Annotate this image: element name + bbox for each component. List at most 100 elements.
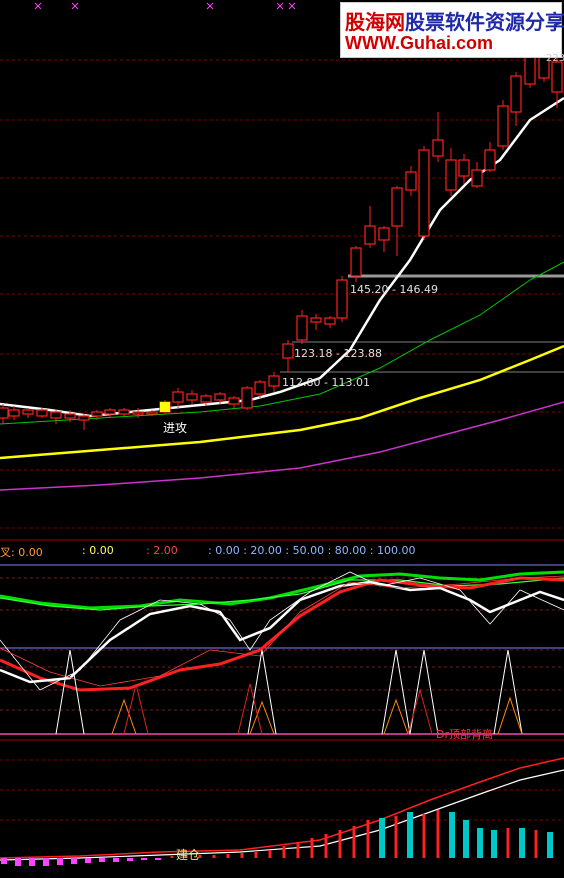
macd-bar xyxy=(477,828,483,858)
macd-bar xyxy=(240,853,244,858)
macd-bar xyxy=(212,855,216,858)
candle-up xyxy=(200,395,212,403)
candle-up xyxy=(268,375,280,387)
watermark-url: WWW.Guhai.com xyxy=(345,33,493,53)
candle-up xyxy=(484,149,496,171)
candle-up xyxy=(50,411,62,419)
candle-up xyxy=(432,139,444,157)
chart-stage[interactable]: 股海网股票软件资源分享 WWW.Guhai.com 223 145.20 - 1… xyxy=(0,0,564,874)
macd-bar xyxy=(254,852,258,858)
zone-label-3: 112.80 - 113.01 xyxy=(282,376,370,389)
spike-orange xyxy=(249,700,275,735)
macd-bar xyxy=(296,842,300,858)
macd-bar xyxy=(491,830,497,858)
macd-bar xyxy=(57,858,63,865)
candle-up xyxy=(118,409,130,415)
spike-white xyxy=(55,649,85,735)
candle-up xyxy=(91,411,103,417)
divergence-label: Dr顶部背离 xyxy=(436,728,493,741)
zone-label-2: 123.18 - 123.88 xyxy=(294,347,382,360)
candle-up xyxy=(405,171,417,191)
macd-bar xyxy=(170,856,174,858)
candle-up xyxy=(350,247,362,277)
candle-up xyxy=(282,343,294,359)
candle-up xyxy=(22,409,34,415)
candle-up xyxy=(8,409,20,417)
macd-bar xyxy=(338,830,342,858)
indicator-levels: : 0.00 : 20.00 : 50.00 : 80.00 : 100.00 xyxy=(208,544,416,557)
candle-up xyxy=(310,317,322,323)
stock-chart[interactable] xyxy=(0,0,564,874)
spike-orange xyxy=(383,698,409,735)
macd-bar xyxy=(463,820,469,858)
candle-up xyxy=(551,61,563,93)
macd-bar xyxy=(506,828,510,858)
macd-bar xyxy=(282,846,286,858)
candle-up xyxy=(378,227,390,241)
candle-up xyxy=(336,279,348,319)
macd-bar xyxy=(43,858,49,866)
candle-up xyxy=(172,391,184,403)
indicator-value-1: 叉: 0.00 xyxy=(0,546,43,559)
top-price-label: 223 xyxy=(546,53,564,64)
watermark-brand: 股海网 xyxy=(345,10,405,34)
indicator-value-2: : 0.00 xyxy=(82,544,114,557)
candle-up xyxy=(391,187,403,227)
osc-green-line xyxy=(0,570,564,610)
macd-bar xyxy=(352,826,356,858)
candle-up xyxy=(78,415,90,421)
candle-up xyxy=(254,381,266,395)
candle-up xyxy=(510,75,522,113)
macd-bar xyxy=(141,858,147,860)
candle-up xyxy=(497,105,509,147)
macd-bar xyxy=(547,832,553,858)
macd-bar xyxy=(407,812,413,858)
macd-bar xyxy=(534,830,538,858)
macd-bar xyxy=(422,814,426,858)
macd-bar xyxy=(226,854,230,858)
macd-bar xyxy=(29,858,35,866)
candle-up xyxy=(104,409,116,415)
candle-up xyxy=(186,393,198,401)
candle-up xyxy=(296,315,308,341)
macd-bar xyxy=(113,858,119,862)
macd-bar xyxy=(379,818,385,858)
ma-green-line xyxy=(0,261,564,425)
macd-bar xyxy=(15,858,21,866)
candle-up xyxy=(214,393,226,401)
macd-bar xyxy=(127,858,133,861)
candle-up xyxy=(36,409,48,417)
indicator-value-3: : 2.00 xyxy=(146,544,178,557)
macd-bar xyxy=(310,838,314,858)
macd-bar xyxy=(324,834,328,858)
watermark-logo: 股海网股票软件资源分享 WWW.Guhai.com xyxy=(340,2,564,58)
macd-bar xyxy=(85,858,91,863)
spike-white xyxy=(381,649,411,735)
macd-bar xyxy=(99,858,105,862)
macd-bar xyxy=(519,828,525,858)
macd-bar xyxy=(268,850,272,858)
signal-attack-label: 进攻 xyxy=(163,421,188,435)
bottom-build-label: 建仓 xyxy=(176,848,201,862)
candle-up xyxy=(64,413,76,419)
ma-white-line xyxy=(0,96,564,418)
macd-bar xyxy=(449,812,455,858)
candle-up xyxy=(146,411,158,415)
candle-up xyxy=(458,159,470,177)
candle-up xyxy=(471,169,483,187)
candle-up xyxy=(364,225,376,245)
candle-up xyxy=(0,407,9,419)
candle-up xyxy=(132,411,144,415)
spike-orange xyxy=(111,698,137,735)
macd-bar xyxy=(1,858,7,864)
spike-red xyxy=(237,683,263,735)
watermark-tagline: 股票软件资源分享 xyxy=(405,10,564,34)
signal-marker xyxy=(160,402,170,412)
candle-up xyxy=(324,317,336,325)
candle-up xyxy=(241,387,253,409)
macd-bar xyxy=(366,820,370,858)
candle-up xyxy=(445,159,457,191)
candle-up xyxy=(418,149,430,237)
macd-bar xyxy=(155,858,161,860)
spike-orange xyxy=(497,696,523,735)
